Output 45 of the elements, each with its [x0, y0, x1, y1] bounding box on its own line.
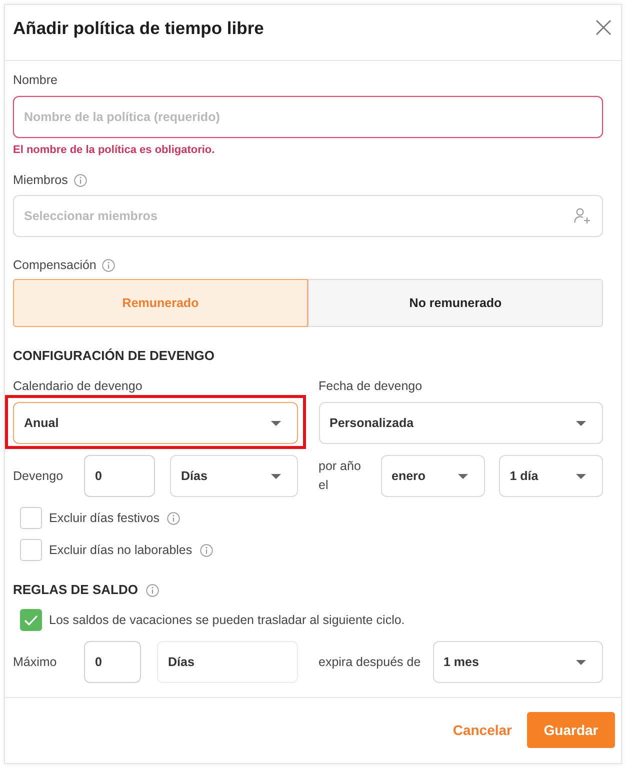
name-input[interactable]: Nombre de la política (requerido) — [13, 96, 603, 138]
field-label: Compensación — [13, 257, 96, 274]
unit-field: Días — [157, 641, 298, 683]
maximum-input[interactable]: 0 — [84, 641, 141, 683]
checkbox[interactable] — [20, 507, 42, 529]
info-icon — [74, 174, 87, 186]
dialog-title: Añadir política de tiempo libre — [13, 17, 264, 39]
members-input[interactable]: Seleccionar miembros — [13, 195, 603, 237]
field-label: expira después de — [318, 654, 422, 671]
field-label: Miembros — [13, 172, 68, 189]
checkbox-label: Los saldos de vacaciones se pueden trasladar al siguiente ciclo. — [49, 612, 405, 629]
day-dropdown[interactable]: 1 día — [498, 455, 603, 497]
field-label: Devengo — [13, 468, 64, 485]
checkbox-label: Excluir días festivos — [49, 510, 160, 527]
field-label: por año el — [318, 458, 362, 494]
schedule-dropdown[interactable]: Anual — [13, 402, 298, 444]
field-label: Calendario de devengo — [13, 378, 142, 395]
check-icon — [24, 614, 38, 626]
add-person-icon — [574, 208, 591, 224]
expiry-dropdown[interactable]: 1 mes — [432, 641, 603, 683]
checkbox-label: Excluir días no laborables — [49, 542, 192, 559]
amount-input[interactable]: 0 — [84, 455, 155, 497]
field-label: Nombre — [13, 72, 58, 89]
caret-icon — [270, 474, 280, 478]
error-message: El nombre de la política es obligatorio. — [13, 143, 216, 157]
info-icon — [167, 512, 180, 524]
info-icon — [102, 258, 116, 272]
caret-icon — [576, 420, 586, 426]
caret-icon — [458, 474, 468, 478]
section-heading: REGLAS DE SALDO — [13, 581, 138, 599]
caret-icon — [576, 474, 586, 478]
section-heading: CONFIGURACIÓN DE DEVENGO — [13, 347, 216, 365]
caret-icon — [270, 420, 280, 426]
unit-dropdown[interactable]: Días — [170, 455, 298, 497]
info-icon — [200, 544, 214, 556]
month-dropdown[interactable]: enero — [380, 455, 485, 497]
checkbox[interactable] — [20, 539, 42, 561]
info-icon — [146, 584, 159, 596]
caret-icon — [576, 660, 586, 664]
checkbox[interactable] — [20, 609, 42, 631]
date-dropdown[interactable]: Personalizada — [318, 402, 603, 444]
field-label: Máximo — [13, 654, 58, 670]
field-label: Fecha de devengo — [318, 378, 422, 395]
close-icon[interactable] — [596, 20, 611, 35]
segment-option[interactable]: No remunerado — [308, 279, 603, 327]
